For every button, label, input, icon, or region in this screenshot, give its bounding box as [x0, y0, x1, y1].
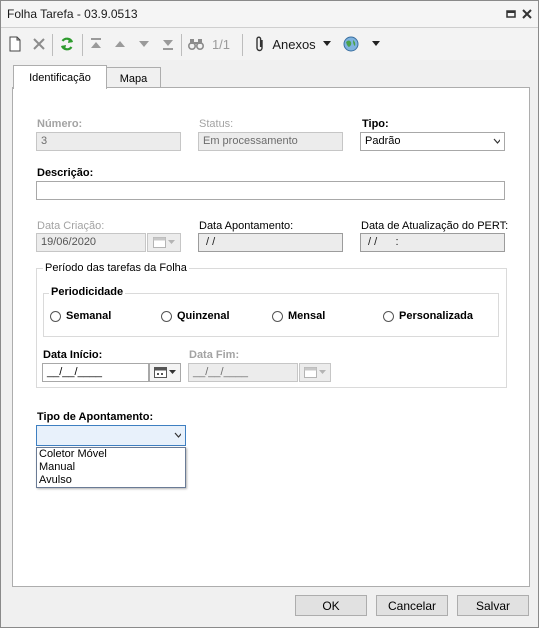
globe-icon[interactable]	[341, 34, 361, 54]
toolbar-separator	[52, 34, 53, 56]
numero-label: Número:	[37, 118, 83, 130]
periodo-group-title: Período das tarefas da Folha	[43, 262, 189, 274]
tipo-apontamento-label: Tipo de Apontamento:	[37, 411, 154, 423]
dialog-window: Folha Tarefa - 03.9.0513 1/1 Anexos Iden…	[0, 0, 539, 628]
attachments-button[interactable]: Anexos	[271, 34, 317, 54]
ok-button[interactable]: OK	[295, 595, 367, 616]
radio-mensal[interactable]: Mensal	[272, 310, 325, 322]
numero-field: 3	[36, 132, 181, 151]
radio-button[interactable]	[161, 310, 172, 322]
data-inicio-calendar-button[interactable]	[149, 363, 181, 382]
calendar-icon	[153, 237, 166, 248]
radio-personalizada-label: Personalizada	[399, 310, 473, 322]
radio-mensal-label: Mensal	[288, 310, 326, 322]
close-icon[interactable]	[520, 7, 534, 21]
chevron-down-icon	[493, 138, 500, 144]
page-indicator: 1/1	[211, 36, 231, 52]
data-fim-field: __/__/____	[188, 363, 298, 382]
status-label: Status:	[199, 118, 234, 130]
chevron-down-icon	[319, 370, 326, 374]
title-bar: Folha Tarefa - 03.9.0513	[1, 1, 538, 28]
toolbar-separator	[181, 34, 182, 56]
new-document-icon[interactable]	[7, 34, 23, 54]
data-fim-label: Data Fim:	[189, 349, 240, 361]
save-button[interactable]: Salvar	[457, 595, 529, 616]
tipo-label: Tipo:	[362, 118, 389, 130]
data-apontamento-label: Data Apontamento:	[199, 220, 294, 232]
next-record-icon[interactable]	[136, 34, 152, 54]
first-record-icon[interactable]	[88, 34, 104, 54]
data-inicio-label: Data Início:	[43, 349, 103, 361]
tipo-apontamento-select[interactable]	[36, 425, 186, 446]
toolbar: 1/1 Anexos	[1, 28, 538, 60]
tab-mapa[interactable]: Mapa	[106, 67, 161, 89]
delete-icon[interactable]	[31, 34, 47, 54]
radio-semanal[interactable]: Semanal	[50, 310, 111, 322]
chevron-down-icon	[169, 370, 176, 374]
radio-button[interactable]	[50, 310, 61, 322]
refresh-icon[interactable]	[58, 34, 76, 54]
radio-personalizada[interactable]: Personalizada	[383, 310, 473, 322]
radio-semanal-label: Semanal	[66, 310, 112, 322]
attachments-dropdown-icon[interactable]	[321, 34, 333, 54]
chevron-down-icon	[168, 240, 175, 244]
dropdown-option-coletor-movel[interactable]: Coletor Móvel	[37, 448, 185, 461]
descricao-label: Descrição:	[37, 167, 94, 179]
periodicidade-group-title: Periodicidade	[49, 286, 126, 298]
binoculars-icon[interactable]	[187, 34, 205, 54]
dropdown-option-manual[interactable]: Manual	[37, 461, 185, 474]
window-title: Folha Tarefa - 03.9.0513	[7, 7, 138, 21]
data-fim-calendar-button	[299, 363, 331, 382]
previous-record-icon[interactable]	[112, 34, 128, 54]
status-field: Em processamento	[198, 132, 343, 151]
descricao-input[interactable]	[36, 181, 505, 200]
data-criacao-calendar-button	[147, 233, 181, 252]
data-inicio-input[interactable]: __/__/____	[42, 363, 149, 382]
data-apontamento-field[interactable]: / /	[198, 233, 343, 252]
data-criacao-field: 19/06/2020	[36, 233, 146, 252]
radio-quinzenal-label: Quinzenal	[177, 310, 230, 322]
calendar-icon	[154, 367, 167, 378]
tipo-select[interactable]: Padrão	[360, 132, 505, 151]
tipo-apontamento-dropdown-list: Coletor Móvel Manual Avulso	[36, 447, 186, 488]
last-record-icon[interactable]	[160, 34, 176, 54]
calendar-icon	[304, 367, 317, 378]
data-pert-label: Data de Atualização do PERT:	[361, 220, 509, 232]
radio-quinzenal[interactable]: Quinzenal	[161, 310, 230, 322]
paperclip-icon[interactable]	[251, 34, 269, 54]
dropdown-option-avulso[interactable]: Avulso	[37, 474, 185, 487]
chevron-down-icon	[174, 432, 181, 438]
toolbar-separator	[242, 34, 243, 56]
data-pert-field[interactable]: / / :	[360, 233, 505, 252]
tab-identificacao[interactable]: Identificação	[13, 65, 107, 89]
radio-button[interactable]	[383, 310, 394, 322]
data-criacao-label: Data Criação:	[37, 220, 105, 232]
toolbar-separator	[82, 34, 83, 56]
maximize-icon[interactable]	[504, 7, 518, 21]
tipo-value: Padrão	[365, 135, 401, 147]
globe-dropdown-icon[interactable]	[370, 34, 382, 54]
cancel-button[interactable]: Cancelar	[376, 595, 448, 616]
radio-button[interactable]	[272, 310, 283, 322]
